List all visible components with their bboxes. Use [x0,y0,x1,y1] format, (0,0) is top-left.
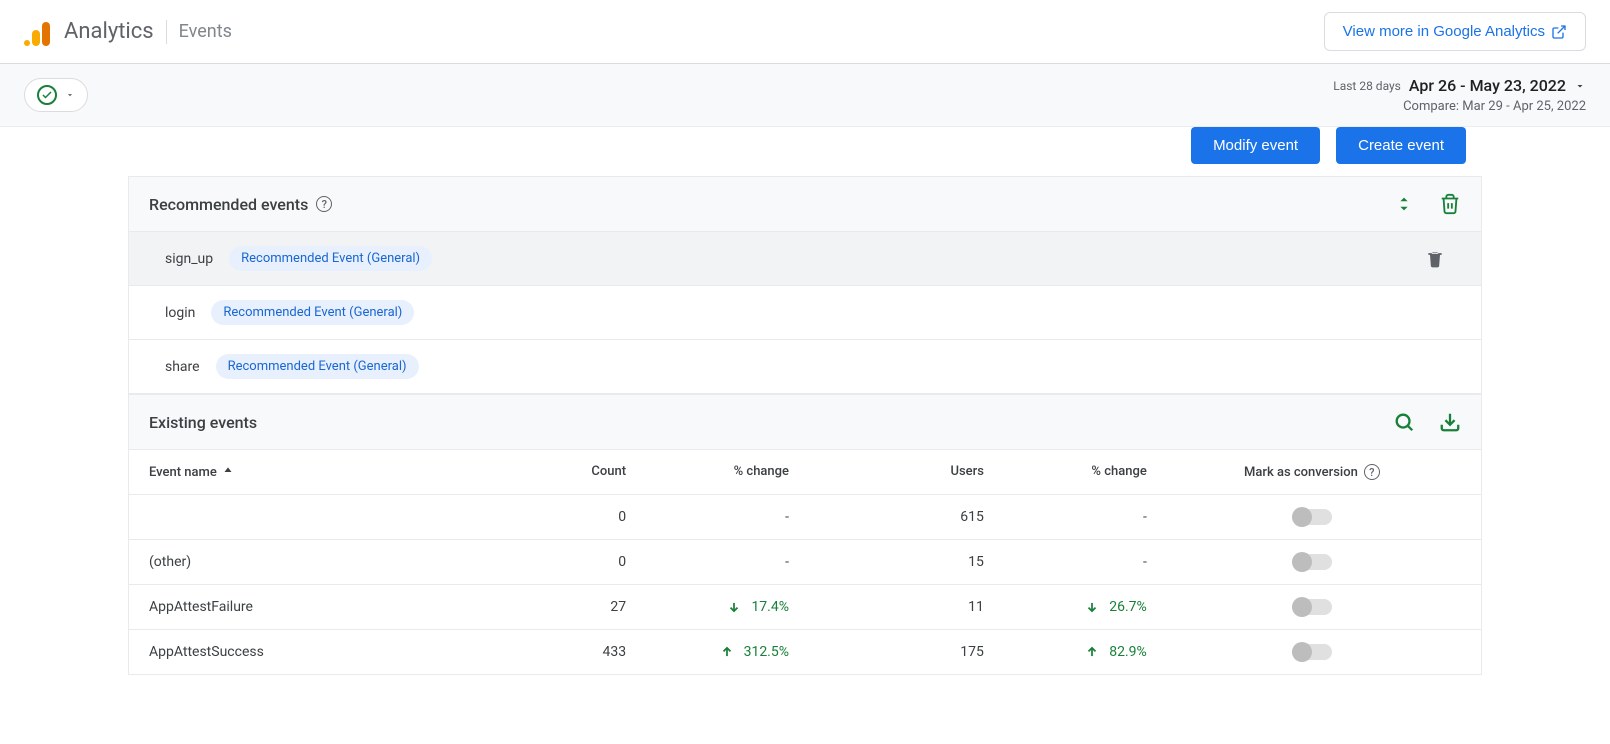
col-mark-conversion: Mark as conversion ? [1163,464,1461,480]
users-change: - [984,509,1163,525]
brand-area: Analytics Events [24,18,232,46]
table-header-row: Event name Count % change Users % change… [128,450,1482,495]
users-cell: 11 [805,599,984,615]
brand-title: Analytics [64,19,154,44]
users-change: - [984,554,1163,570]
sort-asc-icon [221,465,235,479]
conversion-toggle[interactable] [1292,554,1332,570]
sub-header: Last 28 days Apr 26 - May 23, 2022 Compa… [0,64,1610,127]
users-cell: 15 [805,554,984,570]
event-name-cell: AppAttestFailure [149,599,507,615]
arrow-up-icon [1085,645,1099,659]
analytics-logo-icon [24,18,52,46]
create-event-button[interactable]: Create event [1336,127,1466,164]
table-row[interactable]: (other) 0 - 15 - [128,540,1482,585]
modify-event-button[interactable]: Modify event [1191,127,1320,164]
recommended-chip: Recommended Event (General) [211,300,414,325]
main-panel: Modify event Create event Recommended ev… [128,127,1482,675]
trash-icon[interactable] [1439,193,1461,215]
conversion-toggle[interactable] [1292,644,1332,660]
table-row[interactable]: 0 - 615 - [128,495,1482,540]
count-change: 312.5% [626,644,805,660]
count-cell: 0 [507,509,626,525]
conversion-toggle[interactable] [1292,599,1332,615]
existing-title: Existing events [149,413,257,432]
status-chip[interactable] [24,78,88,112]
recommended-event-name: sign_up [165,251,213,267]
table-row[interactable]: AppAttestFailure 27 17.4% 11 26.7% [128,585,1482,630]
recommended-event-row[interactable]: sign_up Recommended Event (General) [128,232,1482,286]
view-more-label: View more in Google Analytics [1343,23,1545,40]
arrow-down-icon [727,600,741,614]
recommended-events-header: Recommended events ? [128,176,1482,232]
recommended-chip: Recommended Event (General) [229,246,432,271]
trash-icon[interactable] [1425,249,1445,269]
date-label: Last 28 days [1333,79,1401,93]
recommended-event-row[interactable]: login Recommended Event (General) [128,286,1482,340]
count-change: - [626,554,805,570]
date-compare: Compare: Mar 29 - Apr 25, 2022 [1333,99,1586,114]
brand-divider [166,20,167,44]
event-name-cell: (other) [149,554,507,570]
conversion-toggle[interactable] [1292,509,1332,525]
expand-collapse-icon[interactable] [1393,193,1415,215]
users-change: 82.9% [984,644,1163,660]
count-cell: 433 [507,644,626,660]
col-users[interactable]: Users [805,464,984,480]
arrow-up-icon [720,645,734,659]
actions-row: Modify event Create event [128,127,1482,176]
page-title: Events [179,21,232,42]
count-change: 17.4% [626,599,805,615]
check-circle-icon [37,85,57,105]
open-external-icon [1551,24,1567,40]
recommended-event-name: login [165,305,195,321]
existing-events-header: Existing events [128,394,1482,450]
table-row[interactable]: AppAttestSuccess 433 312.5% 175 82.9% [128,630,1482,675]
col-pct-change2[interactable]: % change [984,464,1163,480]
recommended-event-name: share [165,359,200,375]
users-change: 26.7% [984,599,1163,615]
event-name-cell: AppAttestSuccess [149,644,507,660]
count-change: - [626,509,805,525]
users-cell: 615 [805,509,984,525]
col-count[interactable]: Count [507,464,626,480]
chevron-down-icon [1574,80,1586,92]
arrow-down-icon [1085,600,1099,614]
search-icon[interactable] [1393,411,1415,433]
users-cell: 175 [805,644,984,660]
chevron-down-icon [65,90,75,100]
recommended-title: Recommended events [149,195,308,214]
count-cell: 27 [507,599,626,615]
recommended-chip: Recommended Event (General) [216,354,419,379]
top-header: Analytics Events View more in Google Ana… [0,0,1610,64]
date-picker[interactable]: Last 28 days Apr 26 - May 23, 2022 [1333,76,1586,95]
date-range: Apr 26 - May 23, 2022 [1409,76,1566,95]
download-icon[interactable] [1439,411,1461,433]
recommended-event-row[interactable]: share Recommended Event (General) [128,340,1482,394]
help-icon[interactable]: ? [316,196,332,212]
col-event-name[interactable]: Event name [149,464,507,480]
help-icon[interactable]: ? [1364,464,1380,480]
count-cell: 0 [507,554,626,570]
col-pct-change[interactable]: % change [626,464,805,480]
date-area: Last 28 days Apr 26 - May 23, 2022 Compa… [1333,76,1586,114]
view-more-button[interactable]: View more in Google Analytics [1324,12,1586,51]
